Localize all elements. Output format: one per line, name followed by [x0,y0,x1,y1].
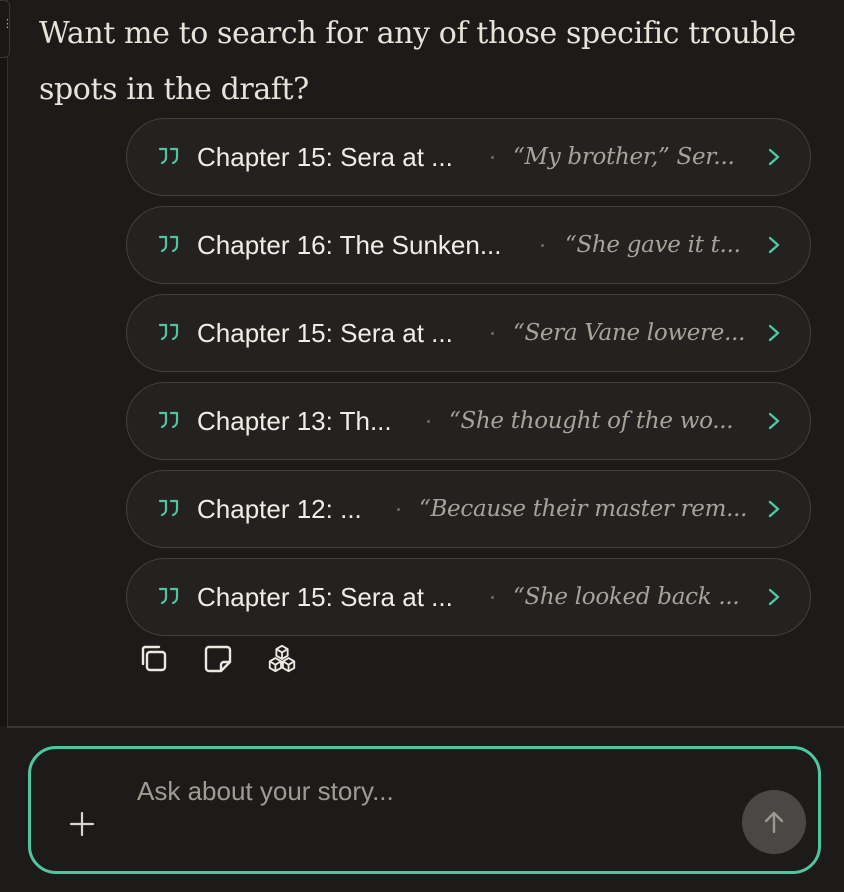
citation-pill[interactable]: Chapter 15: Sera at ... “She looked back … [126,558,811,636]
citation-snippet: “My brother,” Ser... [513,144,735,170]
save-note-button[interactable] [202,642,234,676]
chat-input[interactable] [137,771,697,811]
composer [28,746,821,874]
message-actions [138,642,330,676]
citation-pill[interactable]: Chapter 15: Sera at ... “My brother,” Ser… [126,118,811,196]
quote-icon [158,147,179,165]
plus-icon [69,811,95,837]
chevron-right-icon [768,500,780,518]
citation-pill[interactable]: Chapter 12: ... “Because their master rem… [126,470,811,548]
quote-icon [158,411,179,429]
send-button[interactable] [742,790,806,854]
separator-dot [491,596,494,599]
quote-icon [158,499,179,517]
separator-dot [541,244,544,247]
divider [7,726,844,728]
citation-pill[interactable]: Chapter 15: Sera at ... “Sera Vane lowere… [126,294,811,372]
chevron-right-icon [768,412,780,430]
citation-title: Chapter 13: Th... [197,406,392,436]
cubes-icon [268,644,296,673]
separator-dot [491,156,494,159]
citation-snippet: “She thought of the wo... [449,408,734,434]
drag-dots-icon: ⋮ [2,17,13,30]
assistant-message: Want me to search for any of those speci… [39,16,796,107]
citation-title: Chapter 15: Sera at ... [197,582,453,612]
quote-icon [158,323,179,341]
note-icon [204,645,232,673]
citation-snippet: “She gave it t... [565,232,741,258]
separator-dot [397,508,400,511]
arrow-up-icon [764,811,784,834]
citation-snippet: “She looked back ... [513,584,740,610]
citation-pill[interactable]: Chapter 13: Th... “She thought of the wo.… [126,382,811,460]
chevron-right-icon [768,236,780,254]
left-rail [0,0,8,726]
citation-title: Chapter 15: Sera at ... [197,318,453,348]
chevron-right-icon [768,324,780,342]
quote-icon [158,235,179,253]
separator-dot [491,332,494,335]
chevron-right-icon [768,588,780,606]
citation-pill[interactable]: Chapter 16: The Sunken... “She gave it t.… [126,206,811,284]
separator-dot [427,420,430,423]
citation-title: Chapter 16: The Sunken... [197,230,502,260]
quote-icon [158,587,179,605]
add-attachment-button[interactable] [67,809,97,839]
citation-title: Chapter 15: Sera at ... [197,142,453,172]
citation-title: Chapter 12: ... [197,494,362,524]
cubes-button[interactable] [266,642,298,676]
copy-icon [141,645,167,672]
drag-handle[interactable]: ⋮ [0,0,13,58]
citation-snippet: “Because their master rem... [419,496,748,522]
citation-list: Chapter 15: Sera at ... “My brother,” Ser… [126,118,811,646]
copy-button[interactable] [138,642,170,676]
chevron-right-icon [768,148,780,166]
citation-snippet: “Sera Vane lowere... [513,320,746,346]
